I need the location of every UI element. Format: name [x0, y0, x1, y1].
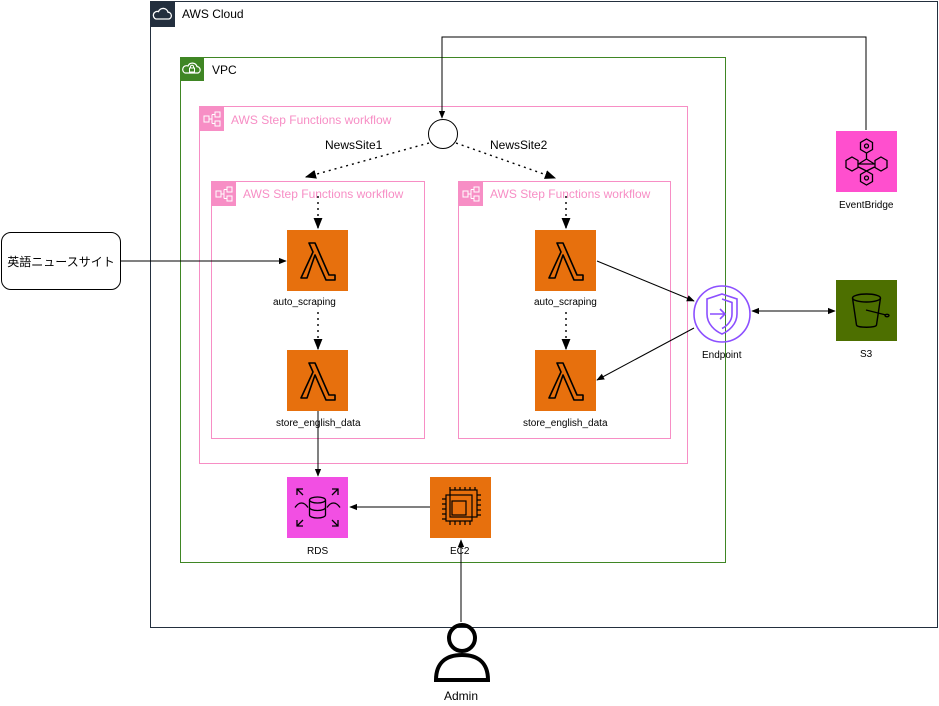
- rds-icon[interactable]: [287, 477, 348, 538]
- lambda-store-right-label: store_english_data: [523, 418, 608, 429]
- lambda-icon[interactable]: [535, 230, 596, 291]
- rds-label: RDS: [307, 546, 329, 557]
- s3-label: S3: [860, 349, 873, 360]
- user-icon[interactable]: [433, 622, 491, 682]
- endpoint-label: Endpoint: [702, 350, 742, 361]
- lambda-scrape-left-label: auto_scraping: [273, 297, 336, 308]
- eventbridge-icon[interactable]: [836, 131, 897, 192]
- parallel-state[interactable]: [428, 119, 458, 149]
- connector-layer: [121, 36, 867, 622]
- lambda-store-left-label: store_english_data: [276, 418, 361, 429]
- lambda-icon[interactable]: [287, 230, 348, 291]
- vpc-endpoint-icon[interactable]: [692, 284, 752, 344]
- eventbridge-to-parallel-connector: [438, 36, 867, 130]
- branch-label-left: NewsSite1: [325, 138, 383, 152]
- scraping-to-endpoint-connector: [596, 260, 695, 302]
- lambda-scrape-right-label: auto_scraping: [534, 297, 597, 308]
- branch-label-right: NewsSite2: [490, 138, 548, 152]
- lambda-icon[interactable]: [535, 350, 596, 411]
- admin-label: Admin: [444, 689, 479, 703]
- lambda-icon[interactable]: [287, 350, 348, 411]
- ec2-chip-icon[interactable]: [430, 477, 491, 538]
- eventbridge-label: EventBridge: [839, 200, 894, 211]
- ec2-label: EC2: [450, 546, 470, 557]
- external-news-site-label: 英語ニュースサイト: [7, 254, 115, 269]
- s3-bucket-icon[interactable]: [836, 280, 897, 341]
- endpoint-to-store-connector: [596, 327, 695, 381]
- external-news-site-node[interactable]: 英語ニュースサイト: [1, 232, 121, 290]
